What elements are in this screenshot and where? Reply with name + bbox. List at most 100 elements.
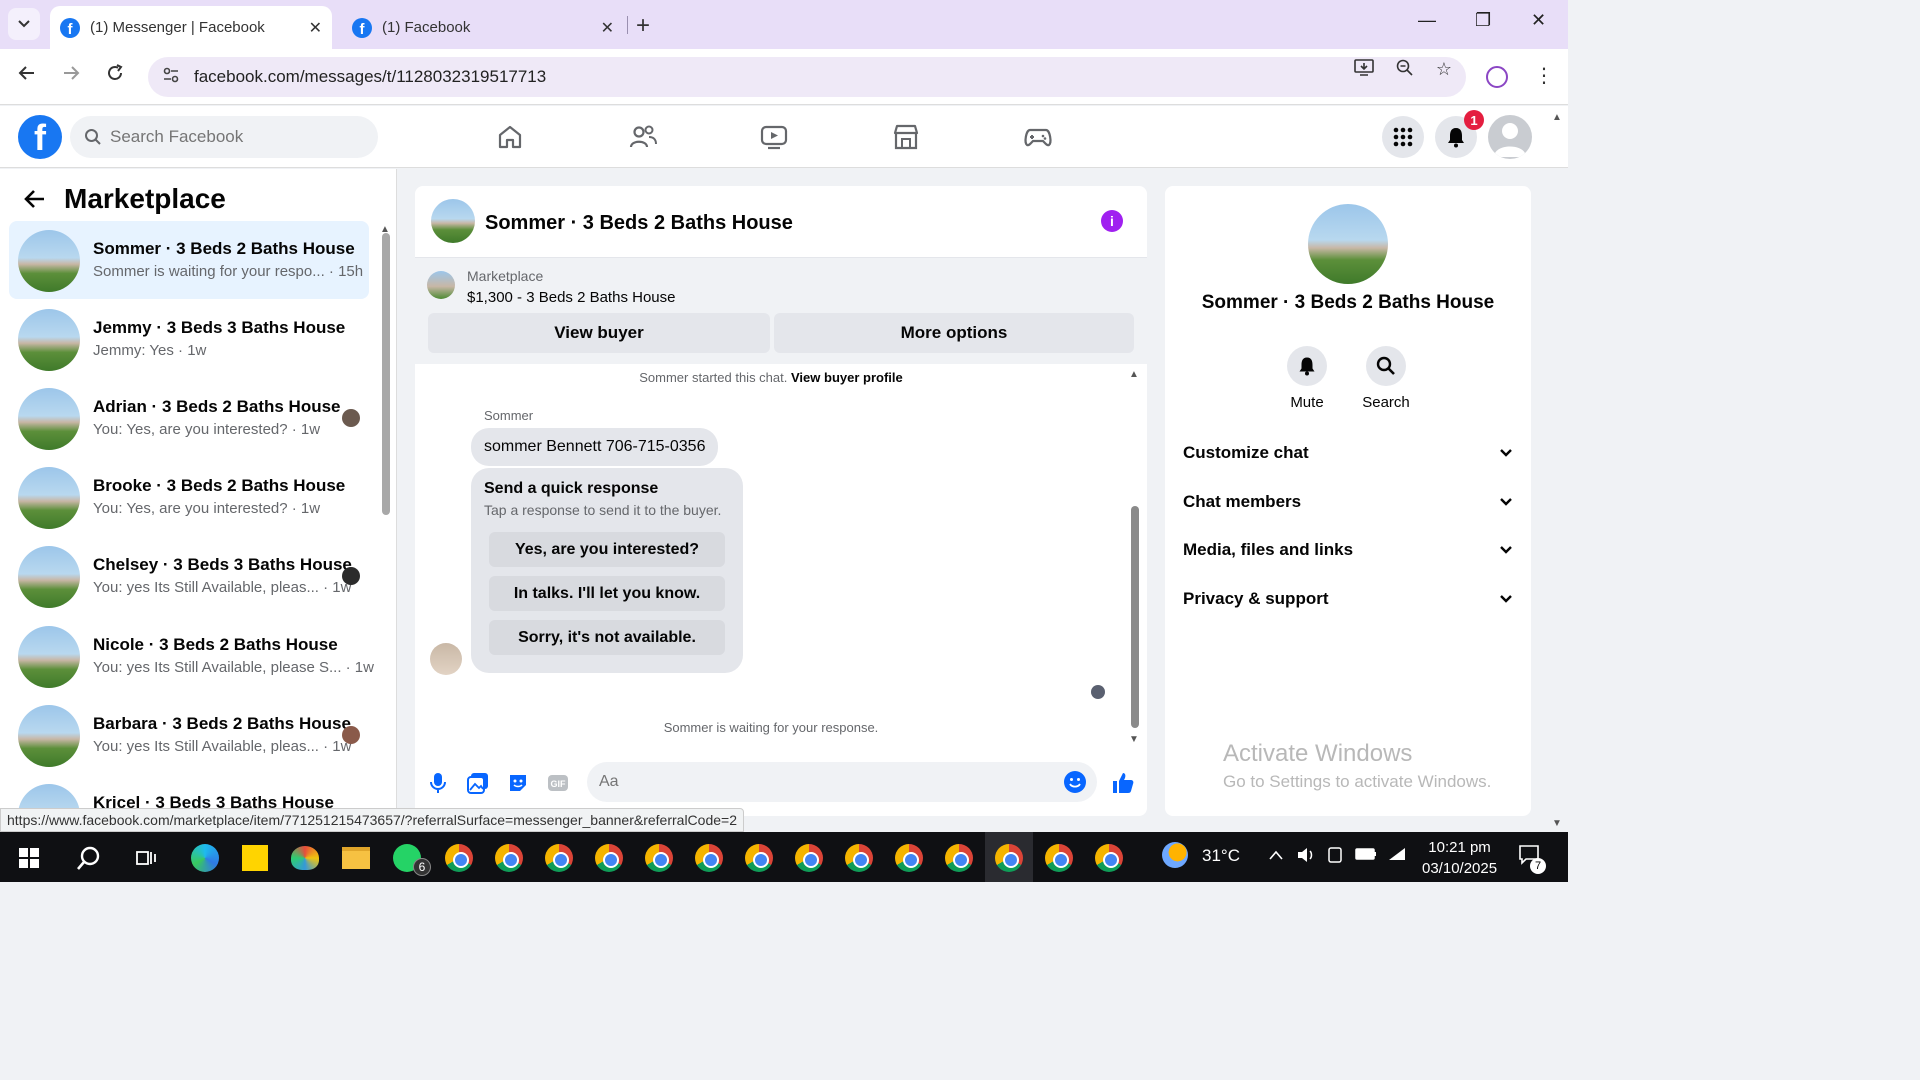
- mute-button[interactable]: Mute: [1277, 346, 1337, 411]
- forward-button[interactable]: [61, 63, 81, 89]
- chat-scrollbar[interactable]: [1131, 506, 1139, 728]
- photo-icon[interactable]: [467, 772, 489, 794]
- chrome-icon[interactable]: [644, 843, 674, 873]
- back-arrow-icon[interactable]: [24, 189, 46, 209]
- marketplace-nav-icon[interactable]: [889, 120, 923, 154]
- gaming-nav-icon[interactable]: [1021, 120, 1055, 154]
- new-tab-button[interactable]: +: [636, 12, 650, 40]
- browser-menu-button[interactable]: ⋮: [1534, 63, 1554, 88]
- show-hidden-icons[interactable]: [1268, 846, 1284, 866]
- search-input[interactable]: [110, 127, 370, 147]
- emoji-icon[interactable]: [1063, 770, 1087, 799]
- tab-facebook[interactable]: f (1) Facebook ✕: [342, 6, 624, 49]
- chrome-icon[interactable]: [844, 843, 874, 873]
- chat-members-row[interactable]: Chat members: [1183, 487, 1513, 517]
- like-thumb-icon[interactable]: [1110, 770, 1136, 796]
- chrome-icon[interactable]: [544, 843, 574, 873]
- details-avatar[interactable]: [1308, 204, 1388, 284]
- url-field[interactable]: facebook.com/messages/t/1128032319517713: [148, 57, 1466, 97]
- gif-icon[interactable]: GIF: [547, 772, 569, 794]
- chrome-icon[interactable]: [1094, 843, 1124, 873]
- info-icon[interactable]: i: [1101, 210, 1123, 232]
- conversation-item[interactable]: Brooke · 3 Beds 2 Baths House You: Yes, …: [9, 458, 369, 536]
- listing-thumbnail[interactable]: [427, 271, 455, 299]
- install-app-icon[interactable]: [1354, 59, 1374, 82]
- chrome-icon[interactable]: [894, 843, 924, 873]
- paint-icon[interactable]: [290, 843, 320, 873]
- view-buyer-profile-link[interactable]: View buyer profile: [791, 370, 903, 385]
- chrome-icon[interactable]: [1044, 843, 1074, 873]
- conversation-item[interactable]: Barbara · 3 Beds 2 Baths House You: yes …: [9, 696, 369, 774]
- chrome-icon[interactable]: [594, 843, 624, 873]
- close-window-button[interactable]: ✕: [1531, 10, 1546, 31]
- conversation-item[interactable]: Jemmy · 3 Beds 3 Baths House Jemmy: Yes …: [9, 300, 369, 378]
- customize-chat-row[interactable]: Customize chat: [1183, 438, 1513, 468]
- message-bubble: sommer Bennett 706-715-0356: [471, 428, 719, 466]
- minimize-button[interactable]: —: [1418, 10, 1436, 31]
- page-scroll-up[interactable]: ▲: [1552, 112, 1562, 123]
- menu-grid-button[interactable]: [1382, 116, 1424, 158]
- chrome-icon[interactable]: [694, 843, 724, 873]
- quick-response-option[interactable]: Yes, are you interested?: [489, 532, 725, 567]
- conversation-item[interactable]: Sommer · 3 Beds 2 Baths House Sommer is …: [9, 221, 369, 299]
- device-icon[interactable]: [1327, 846, 1343, 869]
- page-scroll-down[interactable]: ▼: [1552, 818, 1562, 829]
- account-avatar[interactable]: [1488, 115, 1532, 159]
- chat-title[interactable]: Sommer · 3 Beds 2 Baths House: [485, 212, 793, 235]
- chat-avatar[interactable]: [431, 199, 475, 243]
- video-nav-icon[interactable]: [757, 120, 791, 154]
- chrome-icon[interactable]: [794, 843, 824, 873]
- home-nav-icon[interactable]: [493, 120, 527, 154]
- zoom-icon[interactable]: [1396, 59, 1414, 82]
- site-info-icon[interactable]: [162, 66, 180, 89]
- chat-scroll-up[interactable]: ▲: [1129, 369, 1139, 380]
- facebook-logo[interactable]: f: [18, 115, 62, 159]
- bookmark-star-icon[interactable]: ☆: [1436, 59, 1452, 82]
- sticker-icon[interactable]: [507, 772, 529, 794]
- chrome-icon[interactable]: [744, 843, 774, 873]
- search-conversation-button[interactable]: Search: [1356, 346, 1416, 411]
- tab-messenger[interactable]: f (1) Messenger | Facebook ✕: [50, 6, 332, 49]
- listing-price-title[interactable]: $1,300 - 3 Beds 2 Baths House: [467, 289, 675, 306]
- conversation-item[interactable]: Adrian · 3 Beds 2 Baths House You: Yes, …: [9, 379, 369, 457]
- facebook-favicon-icon: f: [352, 17, 372, 38]
- task-view-icon[interactable]: [131, 843, 161, 873]
- taskbar-search-icon[interactable]: [74, 843, 104, 873]
- chat-scroll-down[interactable]: ▼: [1129, 734, 1139, 745]
- facebook-search[interactable]: [70, 116, 378, 158]
- browser-profile-icon[interactable]: [1486, 66, 1508, 88]
- conversation-item[interactable]: Nicole · 3 Beds 2 Baths House You: yes I…: [9, 617, 374, 695]
- microphone-icon[interactable]: [427, 772, 449, 794]
- privacy-support-row[interactable]: Privacy & support: [1183, 584, 1513, 614]
- windows-start-icon[interactable]: [14, 843, 44, 873]
- temperature[interactable]: 31°C: [1202, 846, 1240, 866]
- chrome-icon[interactable]: [444, 843, 474, 873]
- reload-button[interactable]: [105, 63, 125, 89]
- battery-icon[interactable]: [1355, 846, 1377, 866]
- media-files-links-row[interactable]: Media, files and links: [1183, 535, 1513, 565]
- volume-icon[interactable]: [1296, 846, 1316, 869]
- tab-search-dropdown[interactable]: [8, 8, 40, 40]
- quick-response-option[interactable]: Sorry, it's not available.: [489, 620, 725, 655]
- chrome-icon[interactable]: [944, 843, 974, 873]
- quick-response-option[interactable]: In talks. I'll let you know.: [489, 576, 725, 611]
- friends-nav-icon[interactable]: [626, 120, 660, 154]
- more-options-button[interactable]: More options: [774, 313, 1134, 353]
- sticky-notes-icon[interactable]: [240, 843, 270, 873]
- system-clock[interactable]: 10:21 pm 03/10/2025: [1422, 837, 1497, 879]
- chrome-icon-active[interactable]: [994, 843, 1024, 873]
- conversation-item[interactable]: Chelsey · 3 Beds 3 Baths House You: yes …: [9, 537, 369, 615]
- restore-button[interactable]: ❐: [1475, 10, 1491, 31]
- chrome-icon[interactable]: [494, 843, 524, 873]
- view-buyer-button[interactable]: View buyer: [428, 313, 770, 353]
- weather-icon[interactable]: [1162, 842, 1188, 868]
- edge-icon[interactable]: [190, 843, 220, 873]
- file-explorer-icon[interactable]: [341, 843, 371, 873]
- close-tab-icon[interactable]: ✕: [309, 18, 322, 38]
- close-tab-icon[interactable]: ✕: [601, 18, 614, 38]
- message-input[interactable]: [599, 773, 1029, 791]
- wifi-icon[interactable]: [1387, 846, 1407, 867]
- sidebar-scrollbar[interactable]: [382, 233, 390, 515]
- back-button[interactable]: [17, 63, 37, 89]
- message-input-box[interactable]: [587, 762, 1097, 802]
